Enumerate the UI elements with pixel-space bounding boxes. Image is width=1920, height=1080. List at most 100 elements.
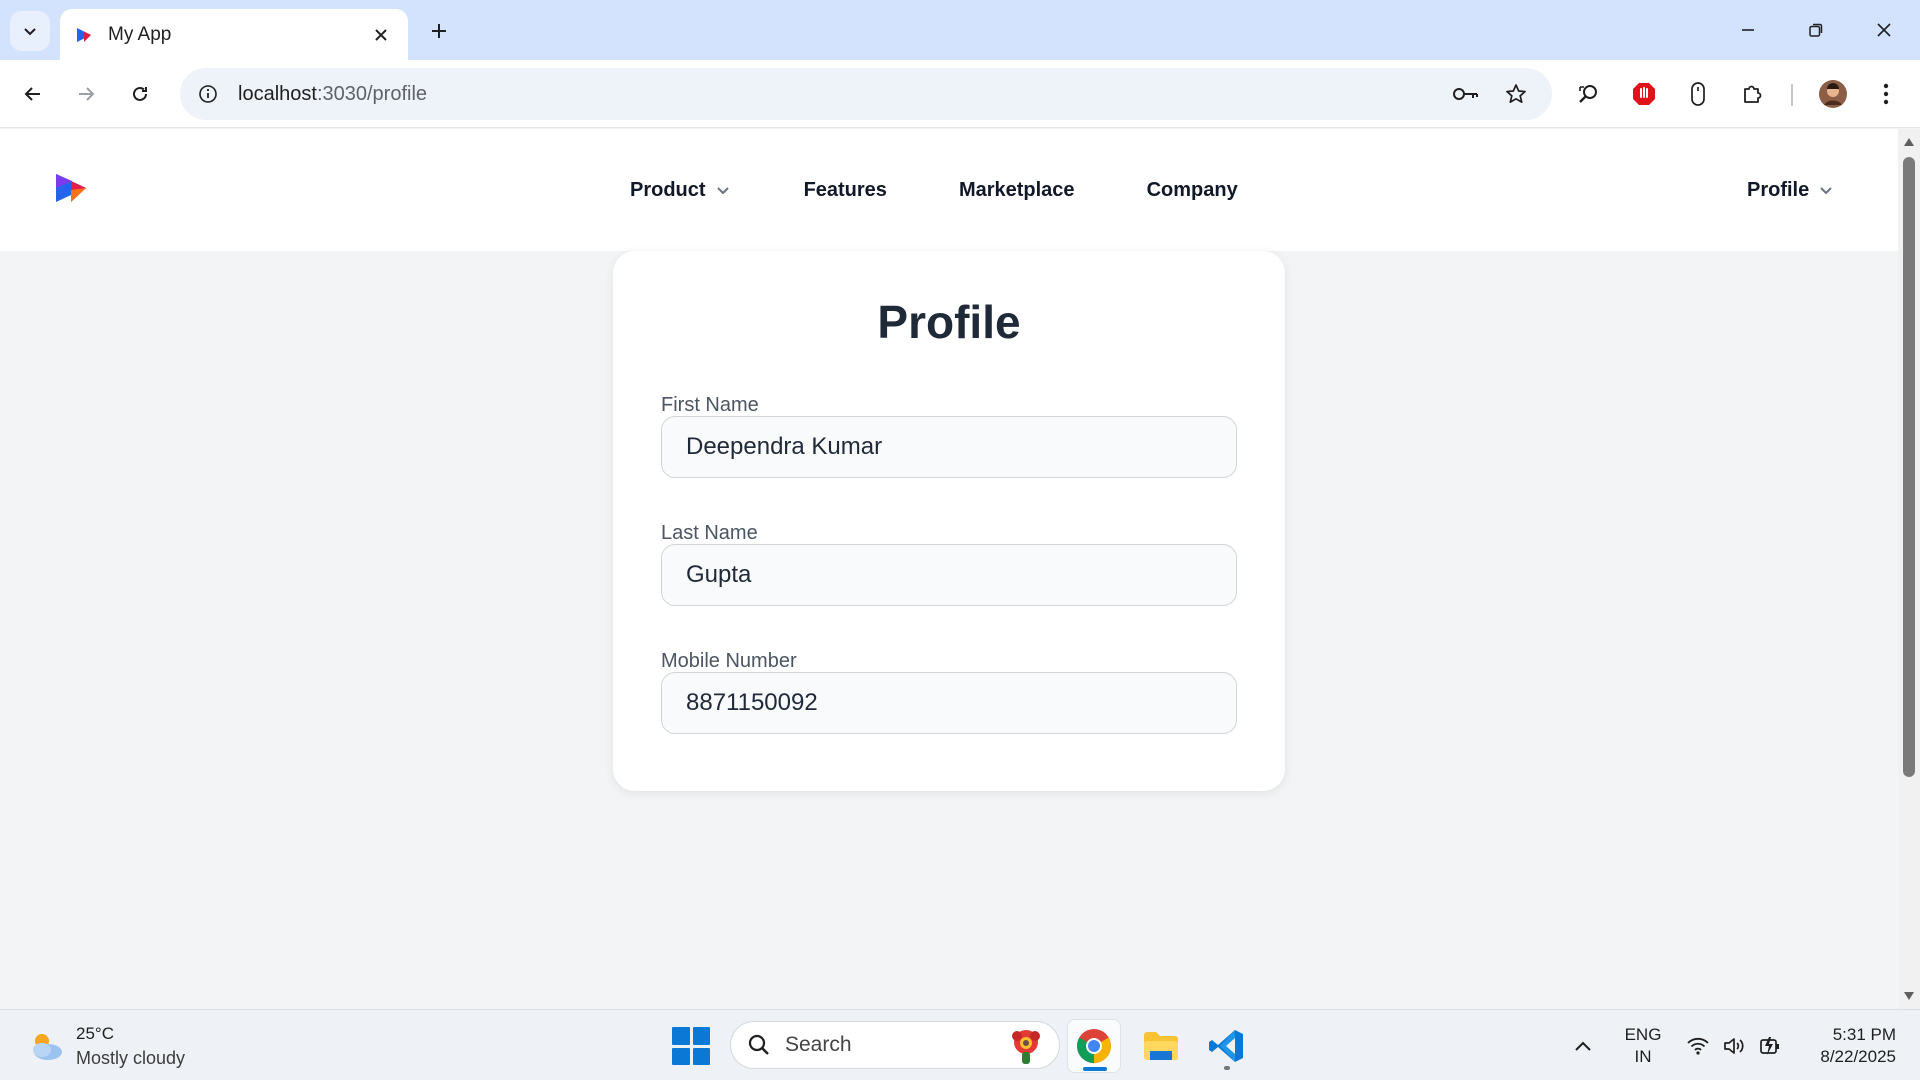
app-logo-icon[interactable]	[52, 168, 92, 208]
taskbar-file-explorer[interactable]	[1134, 1019, 1188, 1073]
vscode-icon	[1209, 1030, 1243, 1062]
chevron-down-icon	[716, 187, 729, 195]
toolbar-divider	[1791, 84, 1793, 106]
forward-button[interactable]	[66, 74, 106, 114]
nav-features-label: Features	[803, 178, 887, 201]
minimize-button[interactable]	[1714, 0, 1782, 60]
speaker-icon	[1724, 1037, 1744, 1054]
tab-close-button[interactable]	[368, 22, 394, 48]
reload-button[interactable]	[120, 74, 160, 114]
info-icon	[199, 85, 217, 103]
arrow-left-icon	[24, 87, 40, 101]
chevron-down-icon	[1820, 187, 1832, 195]
running-indicator	[1224, 1066, 1230, 1070]
scroll-down-button[interactable]	[1902, 989, 1916, 1003]
password-manager-button[interactable]	[1444, 68, 1488, 120]
browser-tab-strip: My App	[0, 0, 1920, 60]
scrollbar-thumb[interactable]	[1903, 157, 1915, 777]
nav-marketplace-label: Marketplace	[958, 178, 1075, 201]
tab-title: My App	[108, 23, 172, 45]
plus-icon	[432, 24, 446, 38]
close-icon	[1877, 23, 1891, 37]
windows-logo-tile	[672, 1027, 690, 1045]
windows-logo-tile	[672, 1047, 690, 1065]
nav-features[interactable]: Features	[804, 179, 887, 202]
browser-tab[interactable]: My App	[60, 9, 408, 60]
nav-company[interactable]: Company	[1147, 179, 1238, 202]
more-vertical-icon	[1883, 83, 1889, 105]
bookmark-button[interactable]	[1494, 68, 1538, 120]
windows-logo-tile	[692, 1027, 710, 1045]
puzzle-icon	[1744, 85, 1762, 103]
nav-marketplace[interactable]: Marketplace	[959, 179, 1075, 202]
profile-avatar-button[interactable]	[1813, 74, 1853, 114]
scroll-up-button[interactable]	[1902, 135, 1916, 149]
extension-adblock-button[interactable]	[1624, 74, 1664, 114]
restore-icon	[1809, 23, 1823, 37]
browser-menu-button[interactable]	[1866, 74, 1906, 114]
mobile-number-label: Mobile Number	[661, 650, 797, 672]
triangle-up-icon	[1904, 138, 1914, 146]
volume-button[interactable]	[1718, 1010, 1750, 1080]
window-close-button[interactable]	[1850, 0, 1918, 60]
weather-text: 25°C Mostly cloudy	[76, 1022, 185, 1070]
battery-button[interactable]	[1754, 1010, 1786, 1080]
taskbar-search[interactable]: Search	[730, 1021, 1060, 1069]
site-info-button[interactable]	[182, 68, 234, 120]
folder-icon	[1144, 1032, 1178, 1060]
battery-charging-icon	[1760, 1036, 1779, 1055]
nav-product[interactable]: Product	[630, 179, 732, 202]
mobile-number-input[interactable]	[661, 672, 1237, 734]
last-name-input[interactable]	[661, 544, 1237, 606]
weather-temperature: 25°C	[76, 1024, 114, 1043]
first-name-label: First Name	[661, 394, 759, 416]
windows-logo-tile	[692, 1047, 710, 1065]
nav-company-label: Company	[1146, 178, 1238, 201]
reload-icon	[133, 86, 147, 101]
back-button[interactable]	[13, 74, 53, 114]
shield-icon	[1633, 83, 1655, 105]
clock-date: 8/22/2025	[1820, 1047, 1896, 1066]
start-button[interactable]	[672, 1027, 710, 1065]
taskbar-chrome[interactable]	[1067, 1019, 1121, 1073]
weather-widget[interactable]: 25°C Mostly cloudy	[26, 1022, 185, 1070]
active-indicator	[1083, 1067, 1107, 1071]
chevron-down-icon	[24, 28, 36, 36]
address-bar[interactable]: localhost:3030/profile	[180, 68, 1552, 120]
profile-menu: Profile	[1747, 129, 1835, 251]
language-code: ENG	[1624, 1025, 1662, 1044]
avatar-icon	[1819, 80, 1847, 108]
taskbar-search-label: Search	[785, 1033, 852, 1056]
close-icon	[375, 28, 387, 41]
network-button[interactable]	[1682, 1010, 1714, 1080]
search-highlight-icon	[1012, 1030, 1040, 1064]
url-host: localhost	[238, 82, 317, 105]
taskbar-vscode[interactable]	[1200, 1019, 1254, 1073]
profile-card: Profile First Name Last Name Mobile Numb…	[613, 251, 1285, 791]
page-scrollbar[interactable]	[1898, 129, 1920, 1009]
site-header: Product Features Marketplace Company Pro…	[0, 129, 1898, 251]
extension-search-button[interactable]	[1569, 74, 1609, 114]
weather-condition: Mostly cloudy	[76, 1048, 186, 1068]
extensions-button[interactable]	[1733, 74, 1773, 114]
browser-toolbar: localhost:3030/profile	[0, 60, 1920, 128]
profile-menu-label: Profile	[1747, 178, 1810, 201]
first-name-input[interactable]	[661, 416, 1237, 478]
mouse-icon	[1691, 82, 1705, 106]
chrome-icon	[1077, 1029, 1111, 1063]
restore-button[interactable]	[1782, 0, 1850, 60]
nav-product-label: Product	[630, 178, 706, 201]
page-title: Profile	[877, 296, 1021, 348]
windows-taskbar: 25°C Mostly cloudy Search ENG IN 5:31 PM…	[0, 1009, 1920, 1080]
profile-menu-button[interactable]: Profile	[1747, 179, 1835, 202]
extension-mouse-button[interactable]	[1678, 74, 1718, 114]
new-tab-button[interactable]	[422, 14, 456, 48]
language-region: IN	[1634, 1047, 1652, 1066]
language-indicator[interactable]: ENG IN	[1618, 1024, 1668, 1068]
arrow-right-icon	[79, 87, 95, 101]
show-hidden-icons-button[interactable]	[1568, 1010, 1598, 1080]
search-icon	[748, 1034, 769, 1055]
system-clock[interactable]: 5:31 PM 8/22/2025	[1800, 1024, 1896, 1068]
tab-search-button[interactable]	[10, 11, 50, 51]
page-viewport: Product Features Marketplace Company Pro…	[0, 129, 1898, 1009]
